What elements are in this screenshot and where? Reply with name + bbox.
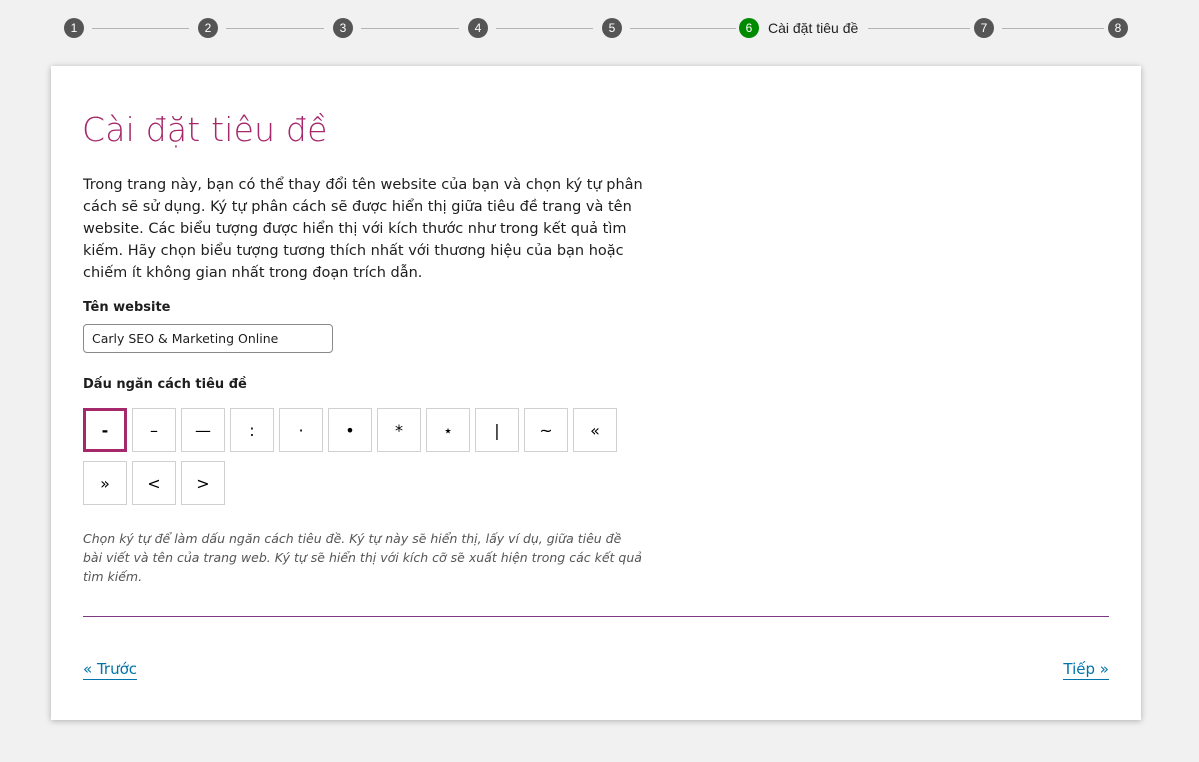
step-connector bbox=[496, 28, 593, 29]
separator-help-text: Chọn ký tự để làm dấu ngăn cách tiêu đề.… bbox=[83, 531, 642, 584]
site-name-label: Tên website bbox=[83, 300, 171, 315]
wizard-card: Cài đặt tiêu đề Trong trang này, bạn có … bbox=[51, 66, 1141, 720]
step-number: 8 bbox=[1108, 18, 1128, 38]
separator-option-en-dash[interactable]: – bbox=[132, 408, 176, 452]
step-number: 4 bbox=[468, 18, 488, 38]
step-4[interactable]: 4 bbox=[468, 18, 488, 38]
next-link[interactable]: Tiếp » bbox=[1063, 660, 1109, 680]
progress-stepper: 1 2 3 4 5 6 Cài đặt tiêu đề 7 8 bbox=[64, 18, 1128, 40]
step-6[interactable]: 6 Cài đặt tiêu đề bbox=[739, 18, 858, 38]
separator-option-bullet[interactable]: • bbox=[328, 408, 372, 452]
separator-option-star[interactable]: ⋆ bbox=[426, 408, 470, 452]
separator-option-pipe[interactable]: | bbox=[475, 408, 519, 452]
step-number: 7 bbox=[974, 18, 994, 38]
separator-option-left-guillemet[interactable]: « bbox=[573, 408, 617, 452]
separator-option-right-guillemet[interactable]: » bbox=[83, 461, 127, 505]
step-1[interactable]: 1 bbox=[64, 18, 84, 38]
footer-divider bbox=[83, 616, 1109, 617]
step-number: 3 bbox=[333, 18, 353, 38]
step-connector bbox=[92, 28, 189, 29]
separator-option-asterisk[interactable]: * bbox=[377, 408, 421, 452]
page-title: Cài đặt tiêu đề bbox=[82, 110, 328, 149]
separator-option-colon[interactable]: : bbox=[230, 408, 274, 452]
step-2[interactable]: 2 bbox=[198, 18, 218, 38]
site-name-input[interactable] bbox=[83, 324, 333, 353]
step-number: 6 bbox=[739, 18, 759, 38]
step-number: 5 bbox=[602, 18, 622, 38]
separator-options: - – — : · • * ⋆ | ~ « » < > bbox=[83, 408, 623, 505]
step-connector bbox=[361, 28, 459, 29]
separator-option-less-than[interactable]: < bbox=[132, 461, 176, 505]
previous-link[interactable]: « Trước bbox=[83, 660, 138, 680]
intro-text: Trong trang này, bạn có thể thay đổi tên… bbox=[83, 177, 643, 281]
step-8[interactable]: 8 bbox=[1108, 18, 1128, 38]
step-number: 1 bbox=[64, 18, 84, 38]
separator-label: Dấu ngăn cách tiêu đề bbox=[83, 377, 247, 392]
step-7[interactable]: 7 bbox=[974, 18, 994, 38]
step-5[interactable]: 5 bbox=[602, 18, 622, 38]
separator-option-greater-than[interactable]: > bbox=[181, 461, 225, 505]
step-connector bbox=[226, 28, 324, 29]
separator-option-em-dash[interactable]: — bbox=[181, 408, 225, 452]
step-connector bbox=[868, 28, 970, 29]
step-connector bbox=[630, 28, 736, 29]
step-3[interactable]: 3 bbox=[333, 18, 353, 38]
separator-option-dash[interactable]: - bbox=[83, 408, 127, 452]
step-label: Cài đặt tiêu đề bbox=[768, 20, 859, 36]
separator-option-middle-dot[interactable]: · bbox=[279, 408, 323, 452]
step-number: 2 bbox=[198, 18, 218, 38]
separator-option-tilde[interactable]: ~ bbox=[524, 408, 568, 452]
step-connector bbox=[1002, 28, 1104, 29]
